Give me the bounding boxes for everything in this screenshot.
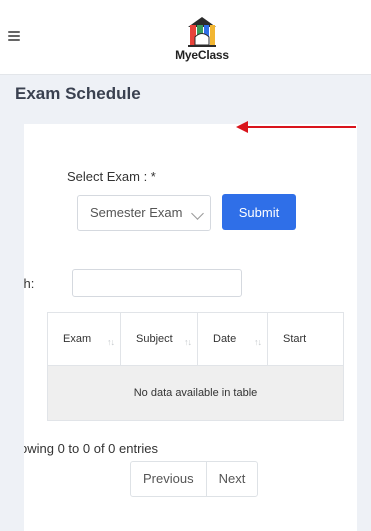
search-input[interactable] <box>72 269 242 297</box>
table-header-row: Exam ↑↓ Subject ↑↓ Date ↑↓ Start <box>47 312 344 366</box>
submit-button[interactable]: Submit <box>222 194 296 230</box>
search-label: ch: <box>24 276 35 291</box>
exam-select[interactable]: Semester Exam <box>77 195 211 231</box>
logo-text: MyeClass <box>175 48 229 62</box>
exam-select-value: Semester Exam <box>90 205 183 220</box>
column-header-date[interactable]: Date ↑↓ <box>197 312 268 366</box>
select-exam-label: Select Exam : * <box>67 169 156 184</box>
column-header-start[interactable]: Start <box>267 312 344 366</box>
table-info-text: owing 0 to 0 of 0 entries <box>24 441 159 456</box>
table-row: No data available in table <box>47 365 344 421</box>
pagination: Previous Next <box>130 461 259 497</box>
next-page-button[interactable]: Next <box>207 462 258 496</box>
sort-icon: ↑↓ <box>184 337 192 347</box>
sort-icon: ↑↓ <box>107 337 115 347</box>
sort-icon: ↑↓ <box>254 337 262 347</box>
exam-schedule-card: Select Exam : * Semester Exam Submit ch:… <box>24 124 357 531</box>
app-logo[interactable]: MyeClass <box>172 15 232 65</box>
column-header-subject[interactable]: Subject ↑↓ <box>120 312 198 366</box>
annotation-arrow-icon <box>236 121 356 133</box>
exam-schedule-table: Exam ↑↓ Subject ↑↓ Date ↑↓ Start No data av… <box>47 312 344 421</box>
previous-page-button[interactable]: Previous <box>131 462 207 496</box>
logo-building-icon <box>188 17 216 47</box>
empty-table-message: No data available in table <box>47 365 344 421</box>
page-title: Exam Schedule <box>15 84 141 103</box>
top-navbar: MyeClass <box>0 0 371 75</box>
hamburger-icon[interactable] <box>8 31 20 41</box>
column-header-exam[interactable]: Exam ↑↓ <box>47 312 121 366</box>
